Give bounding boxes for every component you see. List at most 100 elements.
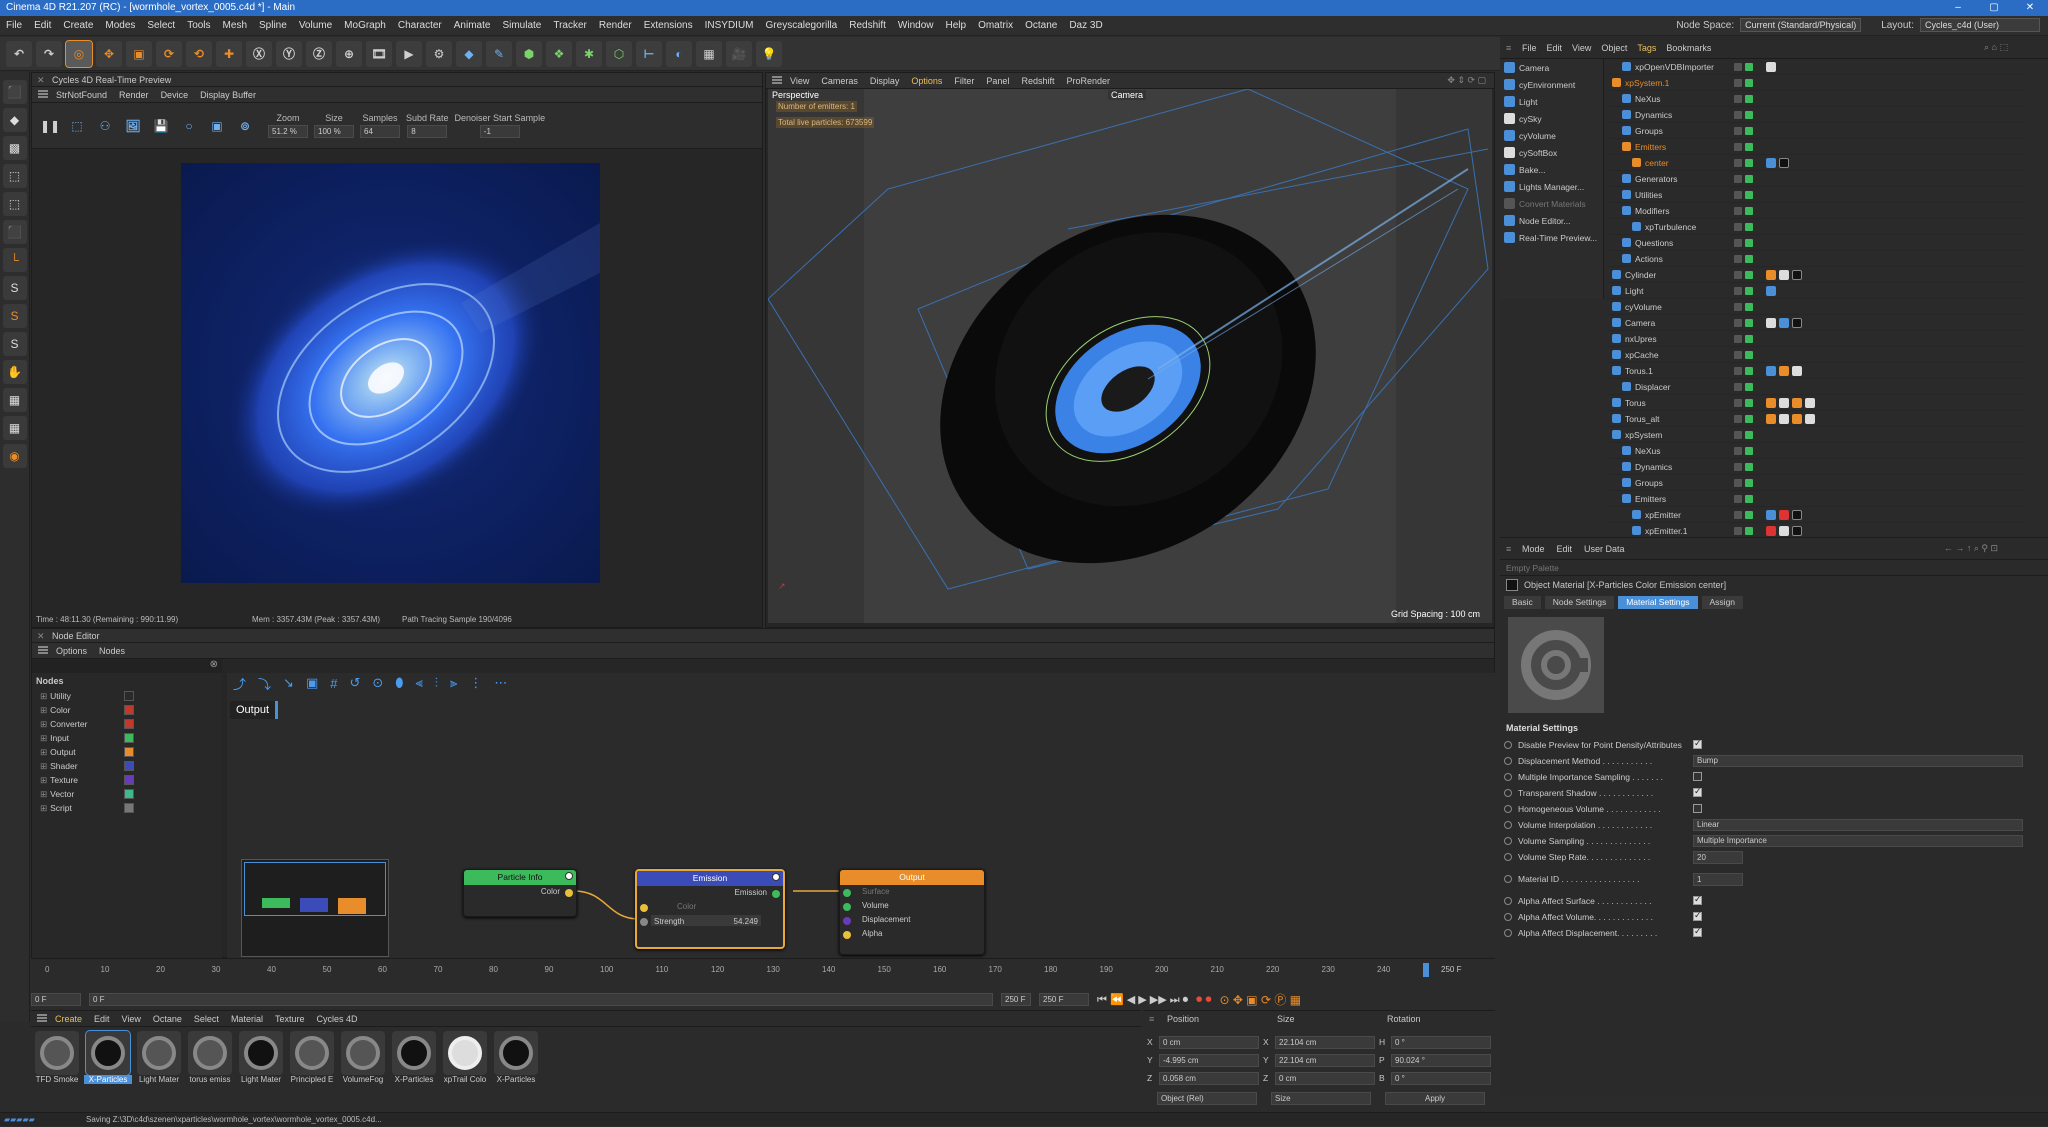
object-row[interactable]: Utilities [1606,187,2026,203]
menu-file[interactable]: File [6,20,22,31]
animate-dot-icon[interactable] [1504,853,1512,861]
ne-menu-item[interactable]: Options [56,646,87,656]
visibility-toggles[interactable] [1734,414,1753,423]
bend-icon[interactable]: ⊢ [636,40,662,67]
quick-bake[interactable]: Bake... [1500,161,1603,178]
om-menu-item[interactable]: Tags [1637,43,1656,53]
scale-icon[interactable]: ▣ [126,40,152,67]
object-row[interactable]: xpTurbulence [1606,219,2026,235]
quick-realtime-preview[interactable]: Real-Time Preview... [1500,229,1603,246]
object-tags[interactable] [1766,61,1776,72]
size-mode-select[interactable]: Size [1271,1091,1371,1105]
mat-menu-item[interactable]: Cycles 4D [316,1014,357,1024]
particle-info-node[interactable]: Particle Info Color [463,869,577,917]
make-editable-icon[interactable]: ⬛ [2,80,27,104]
material-thumbnail[interactable]: torus emiss [186,1031,234,1091]
camera-label[interactable]: Camera [1108,90,1147,100]
rot-h-field[interactable]: 0 ° [1391,1035,1491,1049]
layout-select[interactable]: Cycles_c4d (User) [1920,18,2040,32]
range-slider[interactable]: 0 F [89,993,993,1006]
floor-grid-icon[interactable]: ▦ [2,416,27,440]
subd-field[interactable]: 8 [407,125,448,138]
port-dot[interactable] [843,889,851,897]
port-dot[interactable] [565,889,573,897]
node-search-field[interactable]: ⊗ [32,659,222,673]
node-category[interactable]: ⊞ Texture [32,773,222,787]
y-axis-icon[interactable]: Ⓨ [276,40,302,67]
redo-icon[interactable]: ↷ [36,40,62,67]
pos-z-field[interactable]: 0.058 cm [1159,1071,1259,1085]
menu-select[interactable]: Select [147,20,175,31]
object-row[interactable]: Camera [1606,315,2026,331]
undo-icon[interactable]: ↶ [6,40,32,67]
object-row[interactable]: Emitters [1606,139,2026,155]
samples-field[interactable]: 64 [360,125,400,138]
record-icon[interactable]: ⏺ ⏺ [1196,992,1211,1007]
edges-mode-icon[interactable]: ⬚ [2,192,27,216]
object-row[interactable]: Dynamics [1606,107,2026,123]
rtp-menu-item[interactable]: Render [119,90,149,100]
attr-menu-item[interactable]: Edit [1557,544,1573,554]
material-thumbnail[interactable]: Light Mater [135,1031,183,1091]
vp-menu-item[interactable]: Filter [954,76,974,86]
node-category[interactable]: ⊞ Script [32,801,222,815]
timeline-ruler[interactable]: 0 10 20 30 40 50 60 70 80 90 100 110 120 130 140 150 160… [45,965,1445,979]
attr-menu-item[interactable]: User Data [1584,544,1625,554]
property-number[interactable]: 20 [1693,850,1743,864]
material-thumbnail[interactable]: X-Particles [390,1031,438,1091]
om-menu-item[interactable]: File [1522,43,1537,53]
locked-workplane-icon[interactable]: ✋ [2,360,27,384]
animate-dot-icon[interactable] [1504,789,1512,797]
mat-menu-item[interactable]: Create [55,1014,82,1024]
output-node[interactable]: Output Surface Volume Displacement Alpha [839,869,985,955]
workplane-icon[interactable]: S [2,332,27,356]
region-icon[interactable]: ⬚ [66,115,88,137]
render-region-icon[interactable]: 🎞 [366,40,392,67]
animate-dot-icon[interactable] [1504,821,1512,829]
visibility-toggles[interactable] [1734,446,1753,455]
vp-menu-item[interactable]: View [790,76,809,86]
object-row[interactable]: Torus.1 [1606,363,2026,379]
node-preview-icon[interactable] [565,872,573,880]
visibility-toggles[interactable] [1734,286,1753,295]
menu-tools[interactable]: Tools [187,20,210,31]
nav-arrows-icon[interactable]: ← → ↑ ⌕ ⚲ ⊡ [1944,543,1998,554]
material-thumbnail[interactable]: TFD Smoke [33,1031,81,1091]
snap-settings-icon[interactable]: S [2,304,27,328]
menu-mograph[interactable]: MoGraph [344,20,386,31]
rtp-menu-item[interactable]: Display Buffer [200,90,256,100]
object-row[interactable]: NeXus [1606,443,2026,459]
menu-omatrix[interactable]: Omatrix [978,20,1013,31]
port-dot[interactable] [640,904,648,912]
quick-environment[interactable]: cyEnvironment [1500,76,1603,93]
z-axis-icon[interactable]: Ⓩ [306,40,332,67]
node-category[interactable]: ⊞ Shader [32,759,222,773]
animate-dot-icon[interactable] [1504,913,1512,921]
property-checkbox[interactable] [1693,910,1702,923]
visibility-toggles[interactable] [1734,174,1753,183]
animate-dot-icon[interactable] [1504,837,1512,845]
circle-icon[interactable]: ○ [178,115,200,137]
coord-mode-select[interactable]: Object (Rel) [1157,1091,1257,1105]
menu-octane[interactable]: Octane [1025,20,1057,31]
menu-window[interactable]: Window [898,20,934,31]
object-row[interactable]: Emitters [1606,491,2026,507]
object-row[interactable]: xpCache [1606,347,2026,363]
visibility-toggles[interactable] [1734,430,1753,439]
deformer-icon[interactable]: ⬡ [606,40,632,67]
visibility-toggles[interactable] [1734,110,1753,119]
visibility-toggles[interactable] [1734,382,1753,391]
menu-mesh[interactable]: Mesh [223,20,247,31]
menu-insydium[interactable]: INSYDIUM [705,20,754,31]
object-row[interactable]: NeXus [1606,91,2026,107]
keyframe-icons[interactable]: ⊙ ✥ ▣ ⟳ Ⓟ ▦ [1220,991,1302,1008]
floor-icon[interactable]: ▦ [696,40,722,67]
object-row[interactable]: Torus [1606,395,2026,411]
texture-mode-icon[interactable]: ▩ [2,136,27,160]
apply-button[interactable]: Apply [1385,1091,1485,1105]
animate-dot-icon[interactable] [1504,805,1512,813]
port-dot[interactable] [772,890,780,898]
move-icon[interactable]: ✥ [96,40,122,67]
hamburger-icon[interactable] [772,76,782,84]
menu-extensions[interactable]: Extensions [644,20,693,31]
